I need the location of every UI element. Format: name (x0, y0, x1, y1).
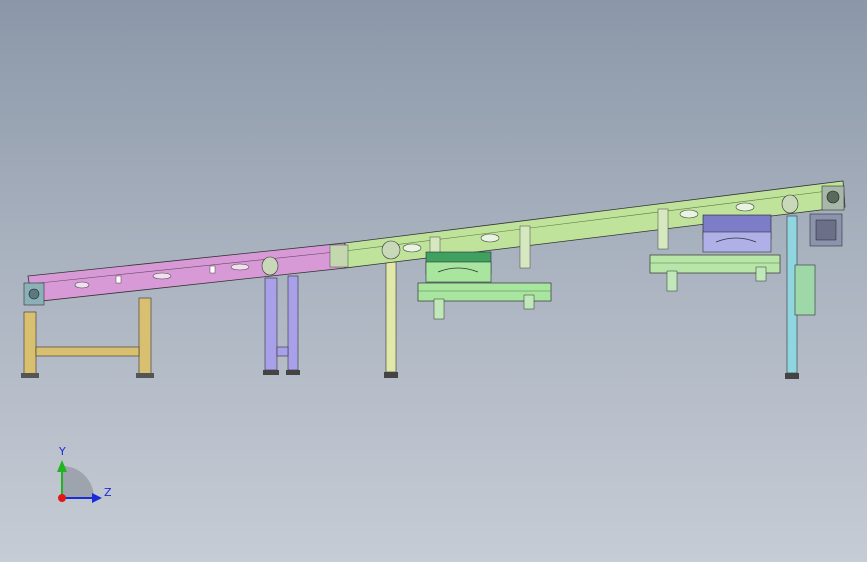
y-axis-arrow (57, 460, 67, 472)
carriage-1[interactable] (417, 251, 552, 320)
z-axis-arrow (92, 493, 102, 503)
z-axis-label: Z (104, 486, 112, 499)
coordinate-triad: Y Z (57, 445, 112, 503)
conveyor-model-view[interactable]: Y Z (0, 0, 867, 562)
support-leg-3[interactable] (384, 261, 398, 378)
support-leg-1[interactable] (21, 297, 154, 378)
y-axis-label: Y (58, 445, 66, 458)
drive-motor[interactable] (809, 213, 843, 247)
control-box[interactable] (794, 264, 816, 316)
triad-origin (58, 494, 66, 502)
triad-quadrant-arc (62, 466, 94, 498)
support-leg-2[interactable] (263, 275, 300, 375)
cad-graphics-viewport[interactable]: Y Z (0, 0, 867, 562)
